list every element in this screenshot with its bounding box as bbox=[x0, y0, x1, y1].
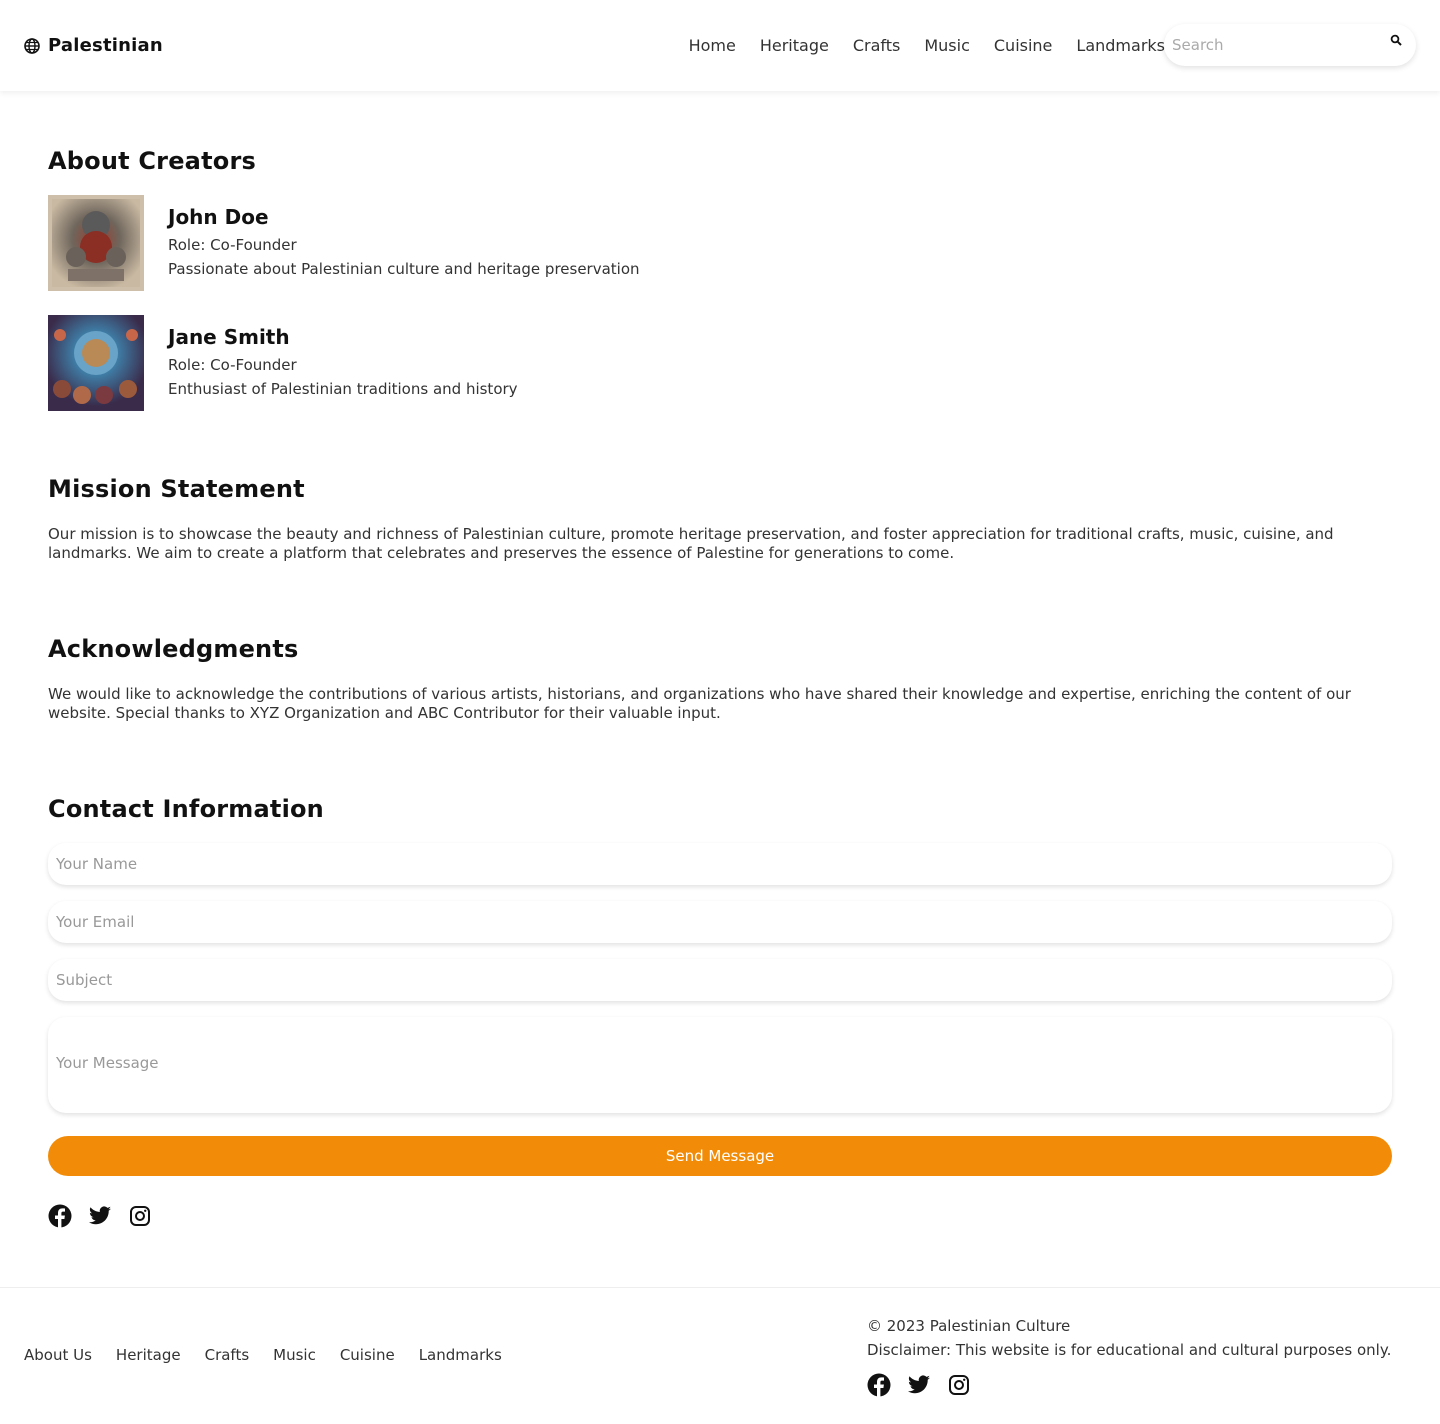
subject-field[interactable] bbox=[48, 959, 1392, 1001]
site-footer: About Us Heritage Crafts Music Cuisine L… bbox=[0, 1287, 1440, 1424]
creator-info: John Doe Role: Co-Founder Passionate abo… bbox=[168, 195, 640, 291]
facebook-icon[interactable] bbox=[48, 1204, 72, 1228]
creator-role: Role: Co-Founder bbox=[168, 356, 297, 374]
message-field[interactable] bbox=[48, 1017, 1392, 1113]
send-message-button[interactable]: Send Message bbox=[48, 1136, 1392, 1176]
footer-social-links bbox=[867, 1373, 971, 1397]
search-icon bbox=[1390, 34, 1402, 46]
twitter-icon[interactable] bbox=[88, 1204, 112, 1228]
search-button[interactable] bbox=[1384, 28, 1408, 52]
facebook-icon[interactable] bbox=[867, 1373, 891, 1397]
nav-landmarks[interactable]: Landmarks bbox=[1076, 36, 1165, 55]
search-input[interactable] bbox=[1172, 36, 1384, 54]
search-box bbox=[1164, 24, 1416, 66]
nav-cuisine[interactable]: Cuisine bbox=[994, 36, 1053, 55]
footer-link-crafts[interactable]: Crafts bbox=[205, 1346, 250, 1364]
creator-role: Role: Co-Founder bbox=[168, 236, 297, 254]
creator-name: John Doe bbox=[168, 205, 269, 229]
nav-crafts[interactable]: Crafts bbox=[853, 36, 901, 55]
footer-nav: About Us Heritage Crafts Music Cuisine L… bbox=[24, 1346, 502, 1364]
creator-card: Jane Smith Role: Co-Founder Enthusiast o… bbox=[48, 315, 518, 411]
creator-photo bbox=[48, 195, 144, 291]
creator-info: Jane Smith Role: Co-Founder Enthusiast o… bbox=[168, 315, 518, 411]
creator-description: Passionate about Palestinian culture and… bbox=[168, 260, 640, 278]
globe-icon bbox=[24, 37, 40, 54]
site-header: Palestinian Home Heritage Crafts Music C… bbox=[0, 0, 1440, 91]
social-links bbox=[48, 1204, 152, 1228]
name-field[interactable] bbox=[48, 843, 1392, 885]
brand-name: Palestinian bbox=[48, 35, 163, 56]
contact-information-title: Contact Information bbox=[48, 795, 324, 823]
footer-link-landmarks[interactable]: Landmarks bbox=[419, 1346, 502, 1364]
acknowledgments-title: Acknowledgments bbox=[48, 635, 299, 663]
nav-music[interactable]: Music bbox=[924, 36, 970, 55]
creator-name: Jane Smith bbox=[168, 325, 290, 349]
brand[interactable]: Palestinian bbox=[24, 35, 163, 56]
email-field[interactable] bbox=[48, 901, 1392, 943]
acknowledgments-text: We would like to acknowledge the contrib… bbox=[48, 685, 1351, 722]
footer-info: © 2023 Palestinian Culture Disclaimer: T… bbox=[867, 1314, 1391, 1362]
footer-link-cuisine[interactable]: Cuisine bbox=[340, 1346, 395, 1364]
instagram-icon[interactable] bbox=[947, 1373, 971, 1397]
footer-link-about-us[interactable]: About Us bbox=[24, 1346, 92, 1364]
footer-link-heritage[interactable]: Heritage bbox=[116, 1346, 181, 1364]
main-nav: Home Heritage Crafts Music Cuisine Landm… bbox=[689, 0, 1165, 91]
footer-link-music[interactable]: Music bbox=[273, 1346, 316, 1364]
creator-photo bbox=[48, 315, 144, 411]
instagram-icon[interactable] bbox=[128, 1204, 152, 1228]
about-creators-title: About Creators bbox=[48, 147, 256, 175]
nav-heritage[interactable]: Heritage bbox=[760, 36, 829, 55]
mission-statement-text: Our mission is to showcase the beauty an… bbox=[48, 525, 1334, 562]
nav-home[interactable]: Home bbox=[689, 36, 736, 55]
creator-description: Enthusiast of Palestinian traditions and… bbox=[168, 380, 518, 398]
creator-card: John Doe Role: Co-Founder Passionate abo… bbox=[48, 195, 640, 291]
twitter-icon[interactable] bbox=[907, 1373, 931, 1397]
mission-statement-title: Mission Statement bbox=[48, 475, 305, 503]
copyright-text: © 2023 Palestinian Culture bbox=[867, 1317, 1071, 1335]
disclaimer-text: Disclaimer: This website is for educatio… bbox=[867, 1341, 1392, 1359]
